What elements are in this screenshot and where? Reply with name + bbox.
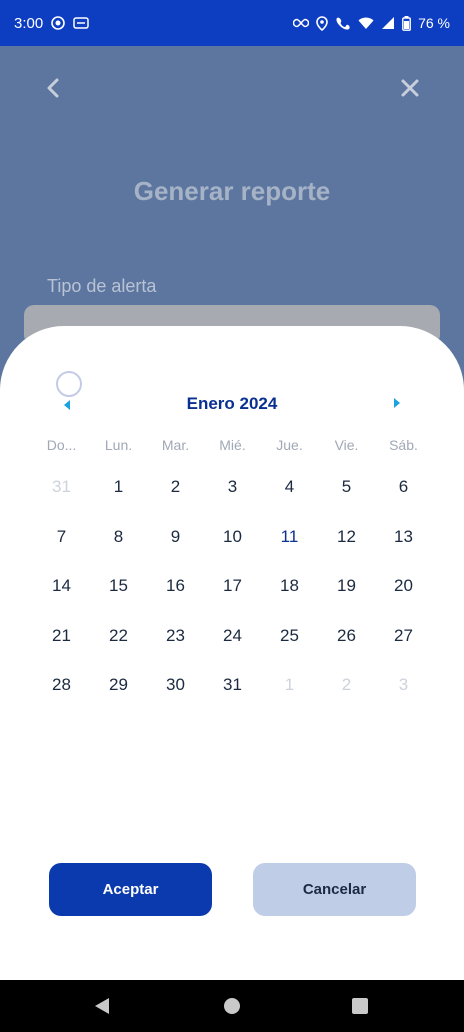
calendar-day[interactable]: 24	[204, 625, 261, 675]
calendar-day[interactable]: 30	[147, 674, 204, 724]
calendar-day[interactable]: 1	[90, 476, 147, 526]
weekday-label: Sáb.	[389, 437, 418, 453]
wifi-call-icon	[335, 16, 351, 31]
calendar-day[interactable]: 2	[147, 476, 204, 526]
accept-button[interactable]: Aceptar	[49, 863, 212, 916]
cancel-button[interactable]: Cancelar	[253, 863, 416, 916]
weekday-header: Do... Lun. Mar. Mié. Jue. Vie. Sáb.	[33, 437, 431, 453]
infinity-icon	[293, 18, 310, 28]
calendar-day[interactable]: 12	[318, 526, 375, 576]
date-picker-sheet: Enero 2024 Do... Lun. Mar. Mié. Jue. Vie…	[0, 326, 464, 980]
calendar-day[interactable]: 13	[375, 526, 432, 576]
calendar-day[interactable]: 3	[204, 476, 261, 526]
battery-percent: 76 %	[418, 15, 450, 31]
calendar-day[interactable]: 26	[318, 625, 375, 675]
back-nav-icon[interactable]	[90, 994, 114, 1018]
location-icon	[316, 15, 328, 31]
calendar-day[interactable]: 1	[261, 674, 318, 724]
calendar-day[interactable]: 31	[33, 476, 90, 526]
record-icon	[51, 16, 66, 30]
calendar-day[interactable]: 15	[90, 575, 147, 625]
calendar-day[interactable]: 3	[375, 674, 432, 724]
calendar-day[interactable]: 23	[147, 625, 204, 675]
home-nav-icon[interactable]	[220, 994, 244, 1018]
wifi-icon	[358, 17, 374, 30]
voicemail-icon	[73, 17, 89, 29]
calendar-day[interactable]: 22	[90, 625, 147, 675]
calendar-day[interactable]: 29	[90, 674, 147, 724]
calendar-day[interactable]: 27	[375, 625, 432, 675]
signal-icon	[381, 16, 395, 30]
month-header: Enero 2024	[0, 386, 464, 422]
weekday-label: Jue.	[276, 437, 303, 453]
calendar-day[interactable]: 6	[375, 476, 432, 526]
status-bar: 3:00 76 %	[0, 0, 464, 46]
page-title: Generar reporte	[133, 176, 331, 206]
calendar-day[interactable]: 25	[261, 625, 318, 675]
calendar-day[interactable]: 17	[204, 575, 261, 625]
calendar-grid: 31 1 2 3 4 5 6 7 8 9 10 11 12 13 14 15 1…	[33, 476, 431, 724]
calendar-day[interactable]: 9	[147, 526, 204, 576]
chevron-left-icon[interactable]	[40, 74, 68, 102]
calendar-day[interactable]: 7	[33, 526, 90, 576]
weekday-label: Do...	[46, 437, 77, 453]
calendar-day[interactable]: 4	[261, 476, 318, 526]
calendar-day[interactable]: 2	[318, 674, 375, 724]
calendar-day[interactable]: 18	[261, 575, 318, 625]
weekday-label: Mié.	[219, 437, 246, 453]
alert-type-label: Tipo de alerta	[47, 276, 157, 296]
close-icon[interactable]	[396, 74, 424, 102]
calendar-day[interactable]: 14	[33, 575, 90, 625]
calendar-day[interactable]: 28	[33, 674, 90, 724]
battery-icon	[402, 15, 411, 31]
calendar-day[interactable]: 19	[318, 575, 375, 625]
calendar-day[interactable]: 10	[204, 526, 261, 576]
weekday-label: Vie.	[334, 437, 359, 453]
calendar-day[interactable]: 11	[261, 526, 318, 576]
calendar-day[interactable]: 5	[318, 476, 375, 526]
weekday-label: Lun.	[104, 437, 133, 453]
navigation-bar	[0, 980, 464, 1032]
next-month-icon[interactable]	[390, 396, 404, 410]
calendar-day[interactable]: 8	[90, 526, 147, 576]
recents-nav-icon[interactable]	[348, 994, 372, 1018]
calendar-day[interactable]: 31	[204, 674, 261, 724]
weekday-label: Mar.	[161, 437, 190, 453]
calendar-day[interactable]: 16	[147, 575, 204, 625]
status-time: 3:00	[14, 14, 44, 32]
calendar-day[interactable]: 21	[33, 625, 90, 675]
calendar-day[interactable]: 20	[375, 575, 432, 625]
